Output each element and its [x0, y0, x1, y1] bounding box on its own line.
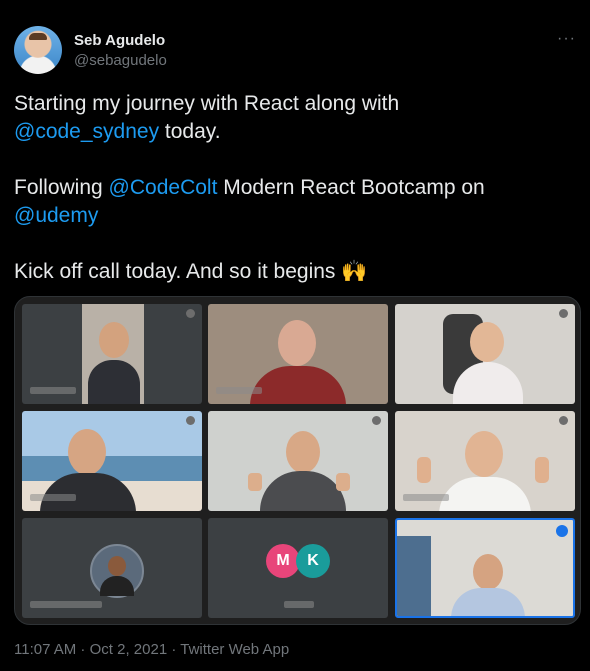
avatar-hair	[29, 33, 47, 40]
tweet-line: @udemy	[14, 202, 576, 230]
mic-muted-icon	[559, 309, 568, 318]
mic-muted-icon	[186, 309, 195, 318]
participant-tile: M K	[208, 518, 388, 618]
participant-body	[40, 473, 136, 511]
separator: ·	[167, 641, 181, 658]
avatar-initial-k: K	[296, 544, 330, 578]
tweet-line: @code_sydney today.	[14, 118, 576, 146]
participant-name-redacted	[30, 601, 102, 608]
more-options-icon	[556, 525, 568, 537]
author-avatar[interactable]	[14, 26, 62, 74]
participant-body	[439, 477, 531, 511]
participant-body	[88, 360, 140, 404]
participant-body	[250, 366, 346, 404]
tweet-source[interactable]: Twitter Web App	[180, 641, 289, 658]
participant-face	[278, 320, 316, 366]
tweet-text-segment: Following	[14, 176, 109, 199]
avatar-initial-m: M	[266, 544, 300, 578]
participant-name-redacted	[403, 494, 449, 501]
tweet-text: Starting my journey with React along wit…	[14, 90, 576, 286]
tweet-text-segment: Modern React Bootcamp on	[217, 176, 485, 199]
participant-tile	[395, 411, 575, 511]
tweet-text-segment: today.	[159, 120, 221, 143]
thumbs-up-icon	[417, 457, 431, 483]
thumbs-up-icon	[336, 473, 350, 491]
participant-avatar	[90, 544, 144, 598]
mic-muted-icon	[372, 416, 381, 425]
participant-tile-active	[395, 518, 575, 618]
thumbs-up-icon	[535, 457, 549, 483]
participant-name-redacted	[30, 494, 76, 501]
more-options-icon[interactable]: ···	[557, 30, 576, 48]
separator: ·	[76, 641, 90, 658]
participant-tile	[22, 304, 202, 404]
participant-tile	[208, 411, 388, 511]
participant-tile	[22, 411, 202, 511]
participant-name-redacted	[30, 387, 76, 394]
mic-muted-icon	[186, 416, 195, 425]
participant-face	[465, 431, 503, 477]
participant-face	[470, 322, 504, 362]
participant-tile	[395, 304, 575, 404]
participant-tile	[22, 518, 202, 618]
bookshelf	[397, 536, 431, 616]
thumbs-up-icon	[248, 473, 262, 491]
author-name[interactable]: Seb Agudelo	[74, 32, 165, 49]
participant-body	[451, 588, 525, 616]
participant-name-redacted	[216, 387, 262, 394]
tweet-text-segment: Starting my journey with React along wit…	[14, 92, 400, 115]
tweet-date[interactable]: Oct 2, 2021	[90, 641, 168, 658]
participant-face	[473, 554, 503, 590]
participant-tile	[208, 304, 388, 404]
video-call-image[interactable]: M K	[14, 296, 581, 625]
tweet-line: Kick off call today. And so it begins 🙌	[14, 258, 576, 286]
participant-name-redacted	[284, 601, 314, 608]
tweet-text-segment: Kick off call today. And so it begins 🙌	[14, 260, 368, 283]
tweet-line: Following @CodeColt Modern React Bootcam…	[14, 174, 576, 202]
mention-codecolt[interactable]: @CodeColt	[109, 176, 218, 199]
mic-muted-icon	[559, 416, 568, 425]
author-handle[interactable]: @sebagudelo	[74, 52, 167, 69]
mention-code-sydney[interactable]: @code_sydney	[14, 120, 159, 143]
mention-udemy[interactable]: @udemy	[14, 204, 98, 227]
participant-body	[260, 471, 346, 511]
tweet-time[interactable]: 11:07 AM	[14, 641, 76, 658]
tweet-line: Starting my journey with React along wit…	[14, 90, 576, 118]
participant-face	[286, 431, 320, 473]
participant-face	[68, 429, 106, 475]
tweet-header: Seb Agudelo @sebagudelo ···	[14, 24, 576, 76]
participant-face	[99, 322, 129, 358]
tweet-footer: 11:07 AM · Oct 2, 2021 · Twitter Web App	[14, 641, 289, 658]
